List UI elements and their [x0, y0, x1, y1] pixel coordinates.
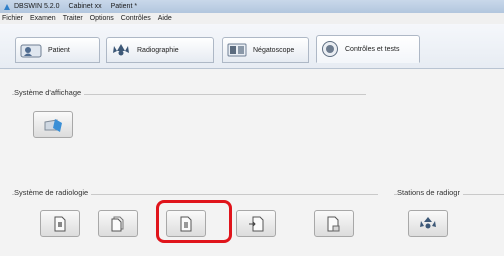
stations-button[interactable] [408, 210, 448, 237]
radiology-settings-icon [327, 216, 340, 231]
radiology-file-icon [54, 216, 66, 231]
radiology-group-label: Système de radiologie [14, 188, 92, 197]
menu-options[interactable]: Options [90, 15, 114, 22]
xray-icon [111, 42, 131, 58]
cabinet-title: Cabinet xx [68, 3, 102, 10]
radiology-button-5[interactable] [314, 210, 354, 237]
tab-negatoscope[interactable]: Négatoscope [222, 37, 309, 63]
patient-icon [20, 42, 42, 58]
app-icon [4, 3, 10, 10]
radiology-stack-icon [111, 216, 124, 231]
patient-title: Patient * [110, 3, 138, 10]
menu-fichier[interactable]: Fichier [2, 15, 23, 22]
tab-radiographie[interactable]: Radiographie [106, 37, 214, 63]
radiology-button-4[interactable] [236, 210, 276, 237]
tab-controles-et-tests[interactable]: Contrôles et tests [316, 35, 420, 63]
radiology-export-icon [249, 216, 264, 231]
monitor-test-icon [44, 118, 62, 132]
menu-examen[interactable]: Examen [30, 15, 56, 22]
title-bar: DBSWIN 5.2.0 Cabinet xx Patient * [0, 0, 504, 13]
menu-traiter[interactable]: Traiter [63, 15, 83, 22]
menu-bar: Fichier Examen Traiter Options Contrôles… [0, 13, 504, 24]
tab-patient[interactable]: Patient [15, 37, 100, 63]
negatoscope-icon [227, 43, 247, 57]
display-system-button[interactable] [33, 111, 73, 138]
tab-patient-label: Patient [48, 46, 70, 54]
network-stations-icon [420, 216, 436, 228]
stations-group-label: Stations de radiogr [397, 188, 463, 197]
tab-strip: Patient Radiographie Négatoscope Contrôl… [0, 24, 504, 69]
radiology-button-2[interactable] [98, 210, 138, 237]
tab-radiographie-label: Radiographie [137, 46, 179, 54]
menu-controles[interactable]: Contrôles [121, 15, 151, 22]
highlight-frame [156, 200, 232, 243]
app-title: DBSWIN 5.2.0 [14, 3, 60, 10]
radiology-button-1[interactable] [40, 210, 80, 237]
display-group-label: Système d'affichage [14, 88, 85, 97]
controls-panel: Système d'affichage Système de radiologi… [0, 69, 504, 256]
tab-controles-label: Contrôles et tests [345, 45, 400, 53]
controls-icon [321, 40, 339, 58]
tab-negatoscope-label: Négatoscope [253, 46, 295, 54]
menu-aide[interactable]: Aide [158, 15, 172, 22]
